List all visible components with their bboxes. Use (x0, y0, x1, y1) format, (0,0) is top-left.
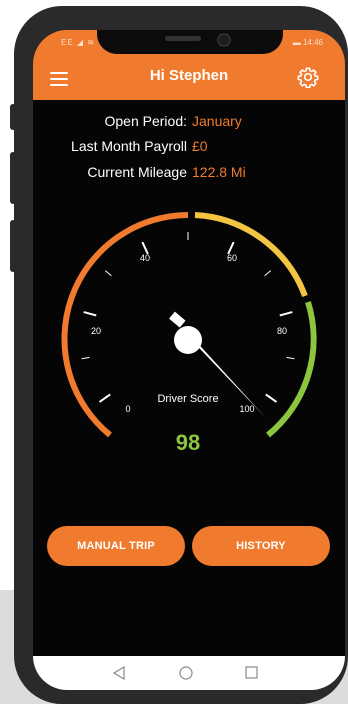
gauge-tick-label-20: 20 (91, 326, 101, 336)
gauge-minor-tick (81, 356, 90, 360)
needle-tail (169, 311, 186, 328)
gauge-major-tick (265, 393, 278, 403)
open-period-value: January (192, 113, 242, 129)
gear-icon[interactable] (297, 66, 319, 88)
android-nav-bar (33, 656, 345, 690)
payroll-value: £0 (192, 138, 208, 154)
front-camera (217, 33, 231, 47)
speaker-grille (165, 36, 201, 41)
manual-trip-button[interactable]: MANUAL TRIP (47, 526, 185, 566)
status-time: ▬ 14:46 (292, 38, 323, 47)
driver-score-value: 98 (176, 430, 200, 455)
phone-side-button (10, 104, 16, 130)
phone-volume-down-button (10, 220, 16, 272)
phone-notch (97, 30, 283, 54)
history-button[interactable]: HISTORY (192, 526, 330, 566)
wifi-icon: ≋ (87, 38, 95, 47)
gauge-arc-green (266, 301, 317, 438)
recent-apps-icon[interactable] (245, 666, 258, 679)
gauge-tick-label-40: 40 (140, 253, 150, 263)
signal-icon: ◢ (76, 38, 85, 47)
gauge-tick-label-0: 0 (125, 404, 130, 414)
payroll-label: Last Month Payroll (71, 138, 187, 154)
gauge-major-tick (279, 311, 293, 317)
status-carrier: EE ◢ ≋ (61, 38, 95, 47)
gauge-tick-label-100: 100 (239, 404, 254, 414)
gauge-minor-tick (104, 270, 112, 277)
driver-score-gauge: 0 20 40 60 80 100 Driver Score 98 (61, 212, 317, 455)
open-period-label: Open Period: (104, 113, 188, 129)
phone-screen: EE ◢ ≋ ▬ 14:46 Hi Stephen Open Period: J… (33, 30, 345, 690)
gauge-tick-label-60: 60 (227, 253, 237, 263)
app-header: EE ◢ ≋ ▬ 14:46 Hi Stephen (33, 30, 345, 100)
gauge-label: Driver Score (157, 393, 218, 405)
gauge-minor-tick (286, 356, 295, 360)
gauge-tick-label-80: 80 (277, 326, 287, 336)
gauge-ticks (81, 232, 295, 403)
mileage-value: 122.8 Mi (192, 164, 246, 180)
phone-volume-up-button (10, 152, 16, 204)
gauge-major-tick (98, 393, 111, 403)
back-icon[interactable] (113, 666, 125, 680)
home-icon[interactable] (179, 666, 193, 680)
gauge-minor-tick (264, 270, 272, 277)
gauge-hub (174, 326, 202, 354)
mileage-label: Current Mileage (87, 164, 187, 180)
battery-icon: ▬ (292, 38, 301, 47)
gauge-major-tick (83, 311, 97, 317)
gauge-arc-yellow (194, 212, 308, 298)
